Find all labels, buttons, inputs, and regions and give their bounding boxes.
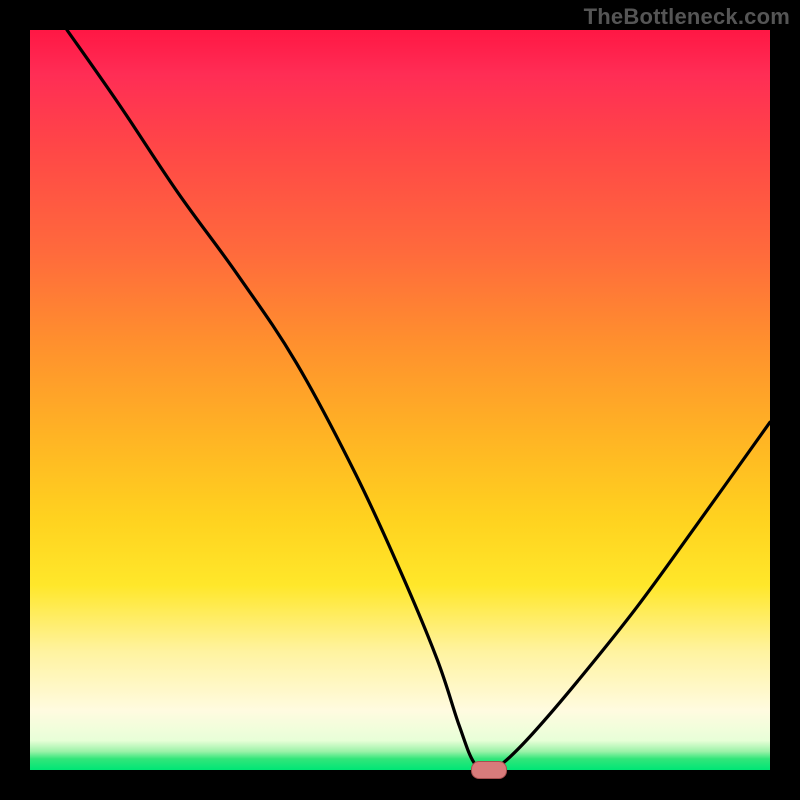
curve-path bbox=[67, 30, 770, 770]
plot-area bbox=[30, 30, 770, 770]
optimal-marker bbox=[471, 761, 507, 779]
chart-frame: TheBottleneck.com bbox=[0, 0, 800, 800]
watermark-text: TheBottleneck.com bbox=[584, 4, 790, 30]
bottleneck-curve bbox=[30, 30, 770, 770]
